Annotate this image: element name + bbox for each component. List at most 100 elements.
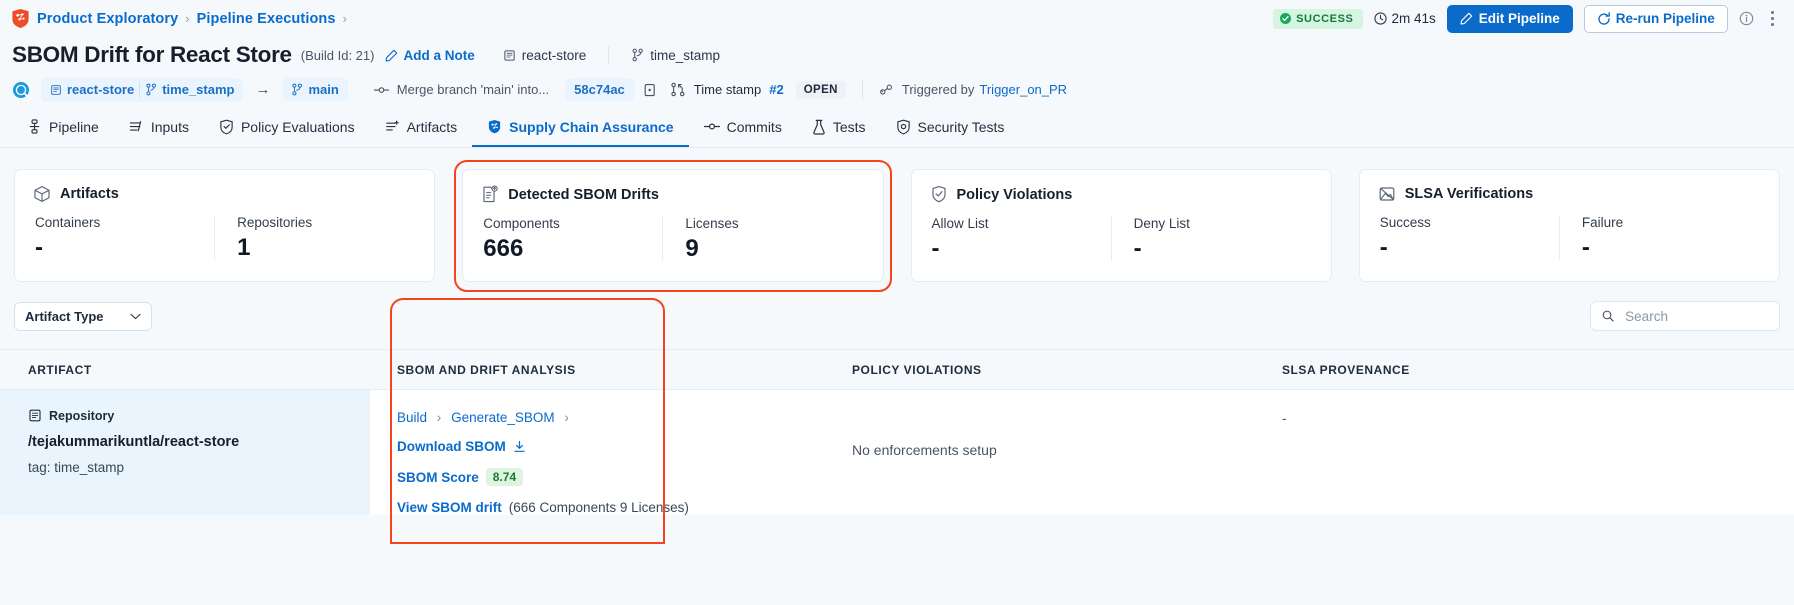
search-input[interactable] bbox=[1623, 307, 1768, 325]
tab-label: Supply Chain Assurance bbox=[509, 118, 674, 135]
branch-icon bbox=[292, 83, 303, 96]
status-badge-label: SUCCESS bbox=[1296, 12, 1354, 25]
card-artifacts[interactable]: Artifacts Containers - Repositories 1 bbox=[14, 169, 436, 282]
tab-artifacts[interactable]: Artifacts bbox=[370, 108, 473, 147]
tab-label: Inputs bbox=[150, 118, 189, 135]
commit-node-icon bbox=[703, 123, 720, 130]
tab-supply-chain-assurance[interactable]: Supply Chain Assurance bbox=[472, 108, 689, 147]
stat-label: Failure bbox=[1581, 215, 1624, 230]
pencil-icon bbox=[1460, 12, 1473, 25]
tab-security-tests[interactable]: Security Tests bbox=[881, 108, 1020, 147]
rerun-pipeline-button[interactable]: Re-run Pipeline bbox=[1583, 4, 1728, 33]
tab-label: Security Tests bbox=[917, 118, 1005, 135]
meta-repo-chip[interactable]: react-store time_stamp bbox=[41, 77, 244, 102]
add-note-button[interactable]: Add a Note bbox=[385, 47, 475, 63]
meta-chip-divider bbox=[139, 81, 141, 98]
tab-commits[interactable]: Commits bbox=[689, 108, 797, 147]
tab-inputs[interactable]: Inputs bbox=[114, 108, 204, 147]
harness-shield-icon bbox=[12, 9, 29, 28]
table-row[interactable]: Repository /tejakummarikuntla/react-stor… bbox=[0, 390, 1794, 515]
column-header-policy-violations: POLICY VIOLATIONS bbox=[852, 362, 982, 377]
sbom-score-badge: 8.74 bbox=[485, 468, 524, 486]
cell-slsa-provenance: - bbox=[1255, 390, 1794, 515]
stat-failure: Failure - bbox=[1558, 215, 1761, 260]
document-drift-icon bbox=[483, 185, 498, 203]
stat-label: Success bbox=[1379, 215, 1431, 230]
card-title: Detected SBOM Drifts bbox=[508, 186, 659, 203]
copy-icon[interactable] bbox=[642, 83, 656, 97]
tab-tests[interactable]: Tests bbox=[797, 108, 881, 147]
stat-label: Deny List bbox=[1133, 216, 1190, 231]
artifact-path: /tejakummarikuntla/react-store bbox=[28, 434, 240, 450]
stat-label: Components bbox=[483, 216, 560, 231]
download-sbom-label: Download SBOM bbox=[397, 439, 506, 454]
repository-icon bbox=[29, 409, 41, 422]
view-sbom-drift-row[interactable]: View SBOM drift (666 Components 9 Licens… bbox=[397, 500, 825, 515]
pencil-icon bbox=[386, 49, 398, 61]
card-policy-violations[interactable]: Policy Violations Allow List - Deny List… bbox=[910, 169, 1332, 282]
artifact-type-select[interactable]: Artifact Type bbox=[14, 301, 152, 331]
stage-link-generate-sbom[interactable]: Generate_SBOM bbox=[451, 410, 555, 425]
repository-icon bbox=[51, 84, 61, 95]
stat-components: Components 666 bbox=[481, 216, 662, 261]
stat-value: - bbox=[35, 234, 43, 261]
sbom-stage-breadcrumb[interactable]: Build › Generate_SBOM › bbox=[397, 410, 825, 425]
info-circle-icon[interactable] bbox=[1739, 11, 1754, 26]
clock-icon bbox=[1373, 12, 1387, 25]
tab-label: Tests bbox=[832, 118, 866, 135]
artifact-type-label: Artifact Type bbox=[25, 308, 104, 324]
commit-sha-label: 58c74ac bbox=[574, 82, 625, 97]
stat-label: Licenses bbox=[685, 216, 739, 231]
header-repo-chip[interactable]: react-store bbox=[503, 47, 587, 63]
stat-value: - bbox=[931, 235, 940, 262]
pr-state-badge: OPEN bbox=[795, 80, 846, 99]
stat-success: Success - bbox=[1378, 215, 1559, 260]
search-box[interactable] bbox=[1590, 301, 1780, 331]
stage-link-build[interactable]: Build bbox=[397, 410, 427, 425]
pr-number[interactable]: #2 bbox=[769, 82, 783, 97]
tab-pipeline[interactable]: Pipeline bbox=[12, 108, 114, 147]
pipeline-icon bbox=[29, 119, 40, 134]
column-header-slsa-provenance: SLSA PROVENANCE bbox=[1282, 362, 1410, 377]
security-shield-icon bbox=[896, 119, 910, 134]
card-slsa-verifications-wrapper: SLSA Verifications Success - Failure - bbox=[1358, 169, 1780, 282]
column-header-sbom-and-drift-analysis: SBOM AND DRIFT ANALYSIS bbox=[397, 362, 576, 377]
branch-icon bbox=[632, 48, 644, 62]
tab-policy-evaluations[interactable]: Policy Evaluations bbox=[204, 108, 370, 147]
card-slsa-verifications[interactable]: SLSA Verifications Success - Failure - bbox=[1358, 169, 1780, 282]
breadcrumb-item-product-exploratory[interactable]: Product Exploratory bbox=[37, 11, 178, 27]
add-note-label: Add a Note bbox=[403, 47, 475, 63]
card-detected-sbom-drifts-wrapper: Detected SBOM Drifts Components 666 Lice… bbox=[454, 160, 892, 292]
stat-containers: Containers - bbox=[33, 215, 214, 260]
sbom-score-row[interactable]: SBOM Score 8.74 bbox=[397, 468, 825, 486]
pull-request-icon bbox=[671, 82, 685, 97]
build-id-label: (Build Id: 21) bbox=[300, 47, 375, 63]
trigger-name-link[interactable]: Trigger_on_PR bbox=[979, 82, 1067, 97]
execution-tabs: Pipeline Inputs Policy Evaluations Artif… bbox=[0, 109, 1794, 148]
policy-violations-empty-text: No enforcements setup bbox=[852, 442, 997, 458]
view-sbom-drift-label: View SBOM drift bbox=[397, 500, 502, 515]
shield-check-icon bbox=[931, 186, 946, 203]
supply-chain-shield-icon bbox=[489, 119, 501, 133]
header-repo-label: react-store bbox=[521, 47, 587, 63]
edit-pipeline-button[interactable]: Edit Pipeline bbox=[1446, 4, 1573, 33]
sbom-score-label: SBOM Score bbox=[397, 469, 479, 485]
card-detected-sbom-drifts[interactable]: Detected SBOM Drifts Components 666 Lice… bbox=[462, 169, 884, 282]
header-branch-chip[interactable]: time_stamp bbox=[631, 48, 720, 63]
more-options-button[interactable] bbox=[1765, 10, 1780, 27]
commit-sha-chip[interactable]: 58c74ac bbox=[565, 78, 634, 101]
cell-artifact: Repository /tejakummarikuntla/react-stor… bbox=[0, 390, 370, 515]
slsa-icon bbox=[1379, 187, 1395, 201]
flask-icon bbox=[813, 119, 825, 135]
table-header-row: ARTIFACT SBOM AND DRIFT ANALYSIS POLICY … bbox=[0, 350, 1794, 390]
download-sbom-link[interactable]: Download SBOM bbox=[397, 439, 825, 454]
breadcrumb-separator: › bbox=[436, 410, 442, 425]
meta-target-branch-chip[interactable]: main bbox=[282, 78, 348, 101]
breadcrumb-item-pipeline-executions[interactable]: Pipeline Executions bbox=[197, 11, 336, 27]
execution-status-icon bbox=[13, 81, 29, 98]
card-stats: Containers - Repositories 1 bbox=[33, 215, 416, 260]
inputs-icon bbox=[129, 120, 142, 132]
status-badge: SUCCESS bbox=[1273, 8, 1363, 29]
check-circle-icon bbox=[1280, 13, 1292, 24]
artifact-card: Repository /tejakummarikuntla/react-stor… bbox=[0, 390, 370, 515]
